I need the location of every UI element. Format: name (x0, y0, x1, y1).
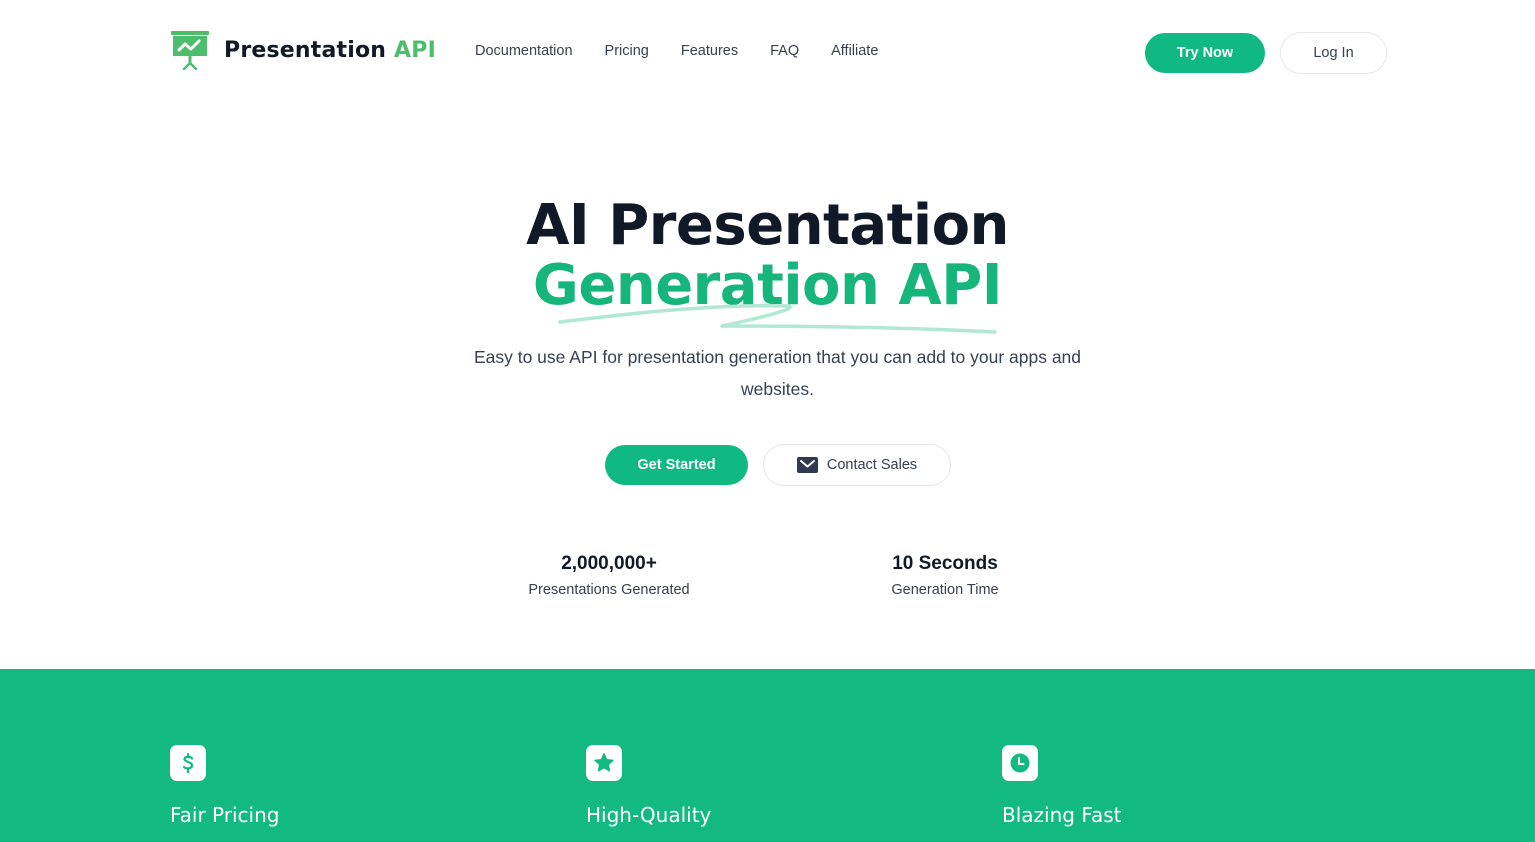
stat-value: 10 Seconds (892, 553, 998, 574)
feature-icon-box (170, 745, 206, 781)
feature-fair-pricing: Fair Pricing (170, 745, 279, 827)
envelope-icon (796, 457, 818, 473)
nav-faq[interactable]: FAQ (770, 43, 799, 59)
main-nav: Documentation Pricing Features FAQ Affil… (475, 43, 878, 59)
site-header: Presentation API Documentation Pricing F… (0, 0, 1535, 106)
feature-title: Fair Pricing (170, 803, 280, 827)
clock-icon (1010, 753, 1030, 773)
dollar-icon (182, 752, 194, 774)
presentation-chart-icon (171, 31, 209, 70)
logo-link[interactable]: Presentation API (170, 30, 436, 70)
stat-value: 2,000,000+ (561, 553, 657, 574)
contact-sales-button[interactable]: Contact Sales (763, 444, 951, 486)
try-now-button[interactable]: Try Now (1145, 33, 1265, 73)
nav-affiliate[interactable]: Affiliate (831, 43, 878, 59)
features-section: Fair Pricing High-Quality Blazing Fast (0, 669, 1535, 842)
nav-pricing[interactable]: Pricing (605, 43, 649, 59)
login-button[interactable]: Log In (1280, 32, 1387, 74)
hero-title-line1: AI Presentation (526, 193, 1009, 258)
feature-icon-box (1002, 745, 1038, 781)
contact-sales-label: Contact Sales (826, 457, 918, 473)
stat-label: Presentations Generated (528, 582, 690, 598)
stat-label: Generation Time (891, 582, 999, 598)
feature-icon-box (586, 745, 622, 781)
hero-subtitle: Easy to use API for presentation generat… (473, 347, 1082, 399)
feature-blazing-fast: Blazing Fast (1002, 745, 1122, 827)
stat-presentations: 2,000,000+ Presentations Generated (479, 552, 739, 598)
feature-title: Blazing Fast (1002, 803, 1122, 827)
nav-documentation[interactable]: Documentation (475, 43, 573, 59)
stat-generation-time: 10 Seconds Generation Time (815, 552, 1075, 598)
hero-title: AI Presentation Generation API (0, 196, 1535, 316)
feature-high-quality: High-Quality (586, 745, 711, 827)
nav-features[interactable]: Features (681, 43, 738, 59)
hero-title-line2: Generation API (532, 253, 1003, 318)
get-started-button[interactable]: Get Started (605, 445, 748, 485)
star-icon (594, 753, 614, 772)
logo-text: Presentation API (224, 37, 436, 63)
feature-title: High-Quality (586, 803, 712, 827)
